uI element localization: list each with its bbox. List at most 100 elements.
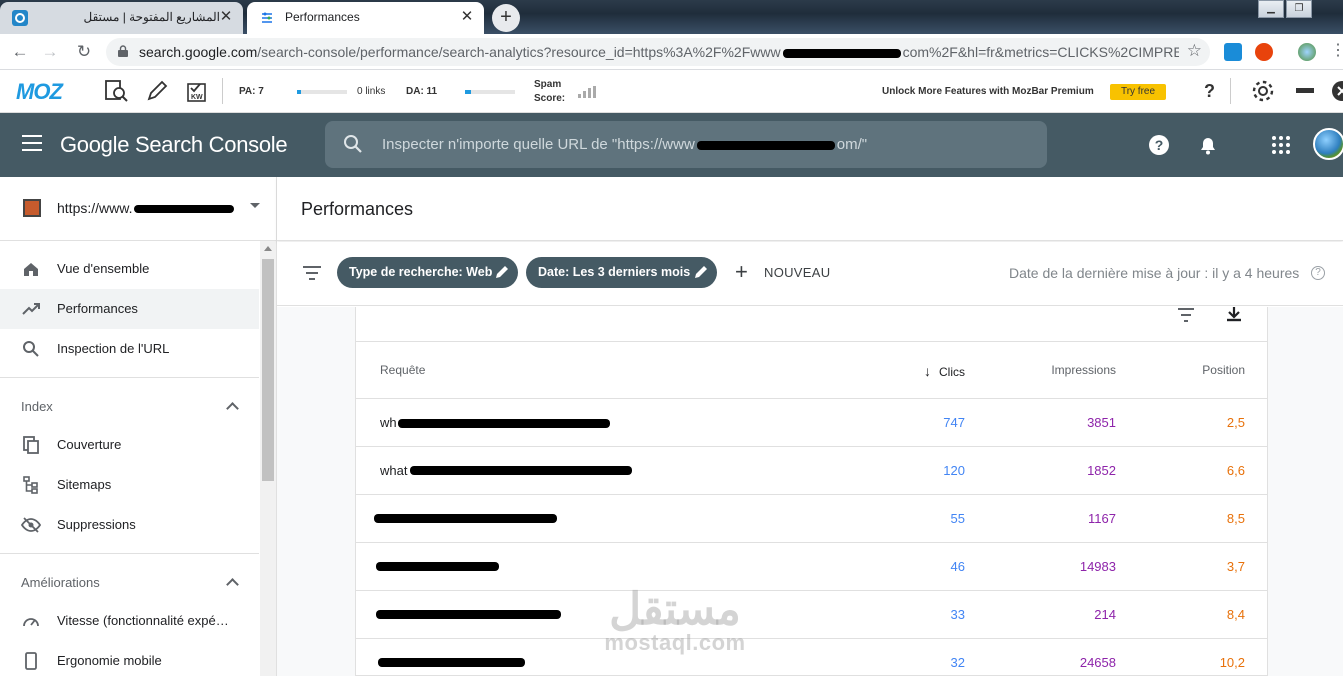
sidebar-item-coverage[interactable]: Couverture <box>0 425 259 465</box>
impressions-cell: 214 <box>1094 607 1116 622</box>
property-favicon-icon <box>23 199 41 217</box>
edit-pencil-icon[interactable] <box>694 265 708 279</box>
browser-tab-performances[interactable]: Performances ✕ <box>247 2 484 34</box>
queries-table-card: Requête ↓ Clics Impressions Position wh 7… <box>355 307 1268 676</box>
table-row[interactable]: 55 1167 8,5 <box>356 495 1267 543</box>
clicks-cell: 32 <box>950 655 965 670</box>
chevron-up-icon[interactable] <box>226 578 239 591</box>
help-circle-icon[interactable]: ? <box>1311 266 1325 280</box>
position-cell: 2,5 <box>1226 415 1245 430</box>
account-avatar[interactable] <box>1313 128 1343 160</box>
sidebar-item-url-inspection[interactable]: Inspection de l'URL <box>0 329 259 369</box>
collapse-bar-icon[interactable] <box>1296 88 1314 93</box>
clicks-cell: 46 <box>950 559 965 574</box>
bookmark-star-icon[interactable]: ☆ <box>1187 41 1202 61</box>
lock-icon <box>118 45 128 57</box>
sidebar-item-performances[interactable]: Performances <box>0 289 259 329</box>
browser-tab-mostaql[interactable]: المشاريع المفتوحة | مستقل ✕ <box>0 2 243 34</box>
notifications-bell-icon[interactable] <box>1197 134 1219 156</box>
highlight-pencil-icon[interactable] <box>144 78 170 104</box>
close-mozbar-icon[interactable] <box>1332 81 1343 101</box>
sidebar-item-label: Ergonomie mobile <box>57 653 162 668</box>
profile-extension-icon[interactable] <box>1298 43 1316 61</box>
date-filter-chip[interactable]: Date: Les 3 derniers mois <box>526 257 717 288</box>
address-bar: ← → ↻ search.google.com/search-console/p… <box>0 34 1343 70</box>
chevron-up-icon[interactable] <box>226 402 239 415</box>
download-icon[interactable] <box>1224 307 1244 325</box>
moz-extension-icon[interactable] <box>1224 43 1242 61</box>
close-tab-icon[interactable]: ✕ <box>217 8 235 26</box>
property-selector[interactable]: https://www. <box>0 177 276 241</box>
redaction-mark <box>374 514 557 523</box>
settings-gear-icon[interactable] <box>1250 78 1276 104</box>
keyword-difficulty-icon[interactable]: KW <box>185 78 211 104</box>
table-row[interactable]: wh 747 3851 2,5 <box>356 399 1267 447</box>
adblock-extension-icon[interactable] <box>1255 43 1273 61</box>
redaction-mark <box>376 562 499 571</box>
column-header-query[interactable]: Requête <box>380 363 425 377</box>
sidebar-item-label: Sitemaps <box>57 477 112 492</box>
spam-score-label: Spam <box>534 79 562 90</box>
trending-up-icon <box>22 303 40 315</box>
spam-score-signal-icon <box>578 86 596 98</box>
edit-pencil-icon[interactable] <box>495 265 509 279</box>
table-row[interactable]: 33 214 8,4 <box>356 591 1267 639</box>
page-title: Performances <box>301 199 414 219</box>
try-free-button[interactable]: Try free <box>1110 84 1166 100</box>
links-count: 0 links <box>357 86 386 97</box>
table-row[interactable]: 46 14983 3,7 <box>356 543 1267 591</box>
search-type-filter-chip[interactable]: Type de recherche: Web <box>337 257 518 288</box>
minimize-window-button[interactable]: ▁ <box>1258 0 1284 18</box>
sidebar-item-sitemaps[interactable]: Sitemaps <box>0 465 259 505</box>
page-analysis-icon[interactable] <box>103 78 129 104</box>
table-row[interactable]: what 120 1852 6,6 <box>356 447 1267 495</box>
search-console-favicon-icon <box>262 12 272 23</box>
url-bar[interactable]: search.google.com/search-console/perform… <box>106 38 1210 66</box>
tab-title: Performances <box>285 10 360 24</box>
position-cell: 10,2 <box>1219 655 1245 670</box>
help-icon[interactable]: ? <box>1148 134 1170 156</box>
forward-button[interactable]: → <box>38 40 62 64</box>
tab-title: المشاريع المفتوحة | مستقل <box>83 10 220 24</box>
spam-score-label-2: Score: <box>534 93 566 104</box>
browser-tab-strip: المشاريع المفتوحة | مستقل ✕ Performances… <box>0 0 1343 34</box>
sidebar-item-removals[interactable]: Suppressions <box>0 505 259 545</box>
column-header-impressions[interactable]: Impressions <box>1051 363 1116 377</box>
moz-help-icon[interactable]: ? <box>1204 81 1215 102</box>
filter-bar: Type de recherche: Web Date: Les 3 derni… <box>277 242 1343 306</box>
url-inspection-search-input[interactable]: Inspecter n'importe quelle URL de "https… <box>325 121 1047 168</box>
section-header-improvements: Améliorations <box>21 575 100 590</box>
chip-label: Type de recherche: Web <box>349 265 493 279</box>
column-header-position[interactable]: Position <box>1202 363 1245 377</box>
table-filter-icon[interactable] <box>1176 307 1196 327</box>
chevron-down-icon[interactable] <box>250 203 260 208</box>
product-title[interactable]: Google Search Console <box>60 132 288 158</box>
apps-grid-icon[interactable] <box>1270 134 1292 156</box>
maximize-window-button[interactable]: ❐ <box>1286 0 1312 18</box>
last-update-text: Date de la dernière mise à jour : il y a… <box>1009 265 1300 281</box>
impressions-cell: 1167 <box>1088 511 1116 526</box>
eye-off-icon <box>21 517 41 533</box>
browser-menu-icon[interactable]: ⋮ <box>1330 43 1343 61</box>
sidebar-item-speed[interactable]: Vitesse (fonctionnalité expé… <box>0 601 259 641</box>
sidebar-item-overview[interactable]: Vue d'ensemble <box>0 249 259 289</box>
domain-authority-label: DA: 11 <box>406 86 438 97</box>
close-tab-icon[interactable]: ✕ <box>458 8 476 26</box>
reload-button[interactable]: ↻ <box>72 40 96 64</box>
main-menu-icon[interactable] <box>22 135 42 151</box>
filter-icon[interactable] <box>303 266 321 280</box>
toolbar-divider <box>1230 78 1231 104</box>
sidebar-scrollbar[interactable] <box>260 241 276 676</box>
moz-logo[interactable]: MOZ <box>16 79 63 105</box>
new-tab-button[interactable]: + <box>492 4 520 32</box>
table-header: Requête ↓ Clics Impressions Position <box>356 343 1267 399</box>
position-cell: 6,6 <box>1226 463 1245 478</box>
back-button[interactable]: ← <box>8 40 32 64</box>
plus-icon: + <box>735 259 749 284</box>
sidebar-item-mobile-usability[interactable]: Ergonomie mobile <box>0 641 259 681</box>
impressions-cell: 3851 <box>1087 415 1116 430</box>
section-header-index: Index <box>21 399 53 414</box>
column-header-clicks[interactable]: ↓ Clics <box>924 363 965 379</box>
page-authority-bar <box>297 90 347 94</box>
table-row[interactable]: 32 24658 10,2 <box>356 639 1267 675</box>
